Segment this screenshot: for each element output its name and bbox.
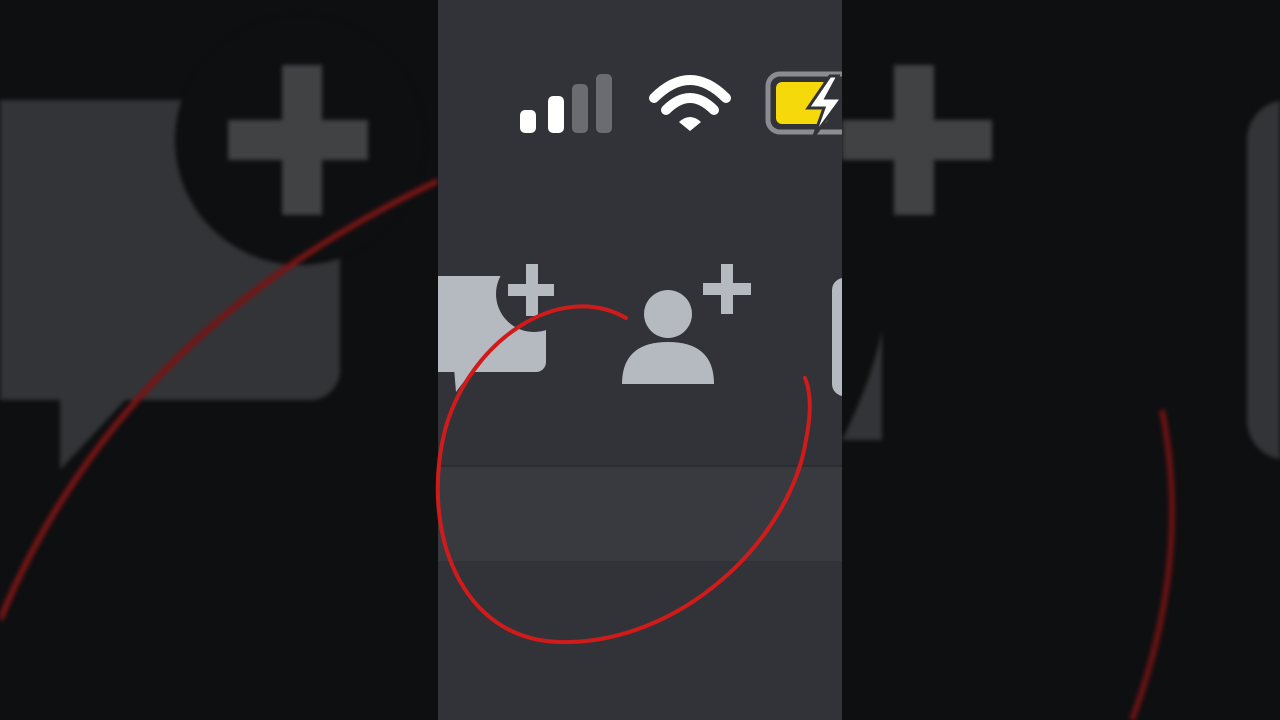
cellular-signal-icon [520,74,612,133]
wifi-icon [649,75,731,131]
new-message-plus-icon [438,256,572,392]
add-friend-button[interactable] [622,264,751,384]
phone-screen [438,0,842,720]
zoomed-new-message-icon [0,15,438,622]
video-frame [0,0,1280,720]
new-message-button[interactable] [438,256,572,392]
zoomed-add-friend-icon [842,65,1280,720]
partial-icon-right-edge [832,278,842,396]
header-actions [438,240,842,410]
search-bar-area[interactable] [438,465,842,563]
battery-charging-icon [765,71,842,137]
add-friend-icon [622,264,751,384]
blurred-background-right [842,0,1280,720]
content-area [438,561,842,720]
blurred-background-left [0,0,438,720]
status-bar [438,0,842,160]
